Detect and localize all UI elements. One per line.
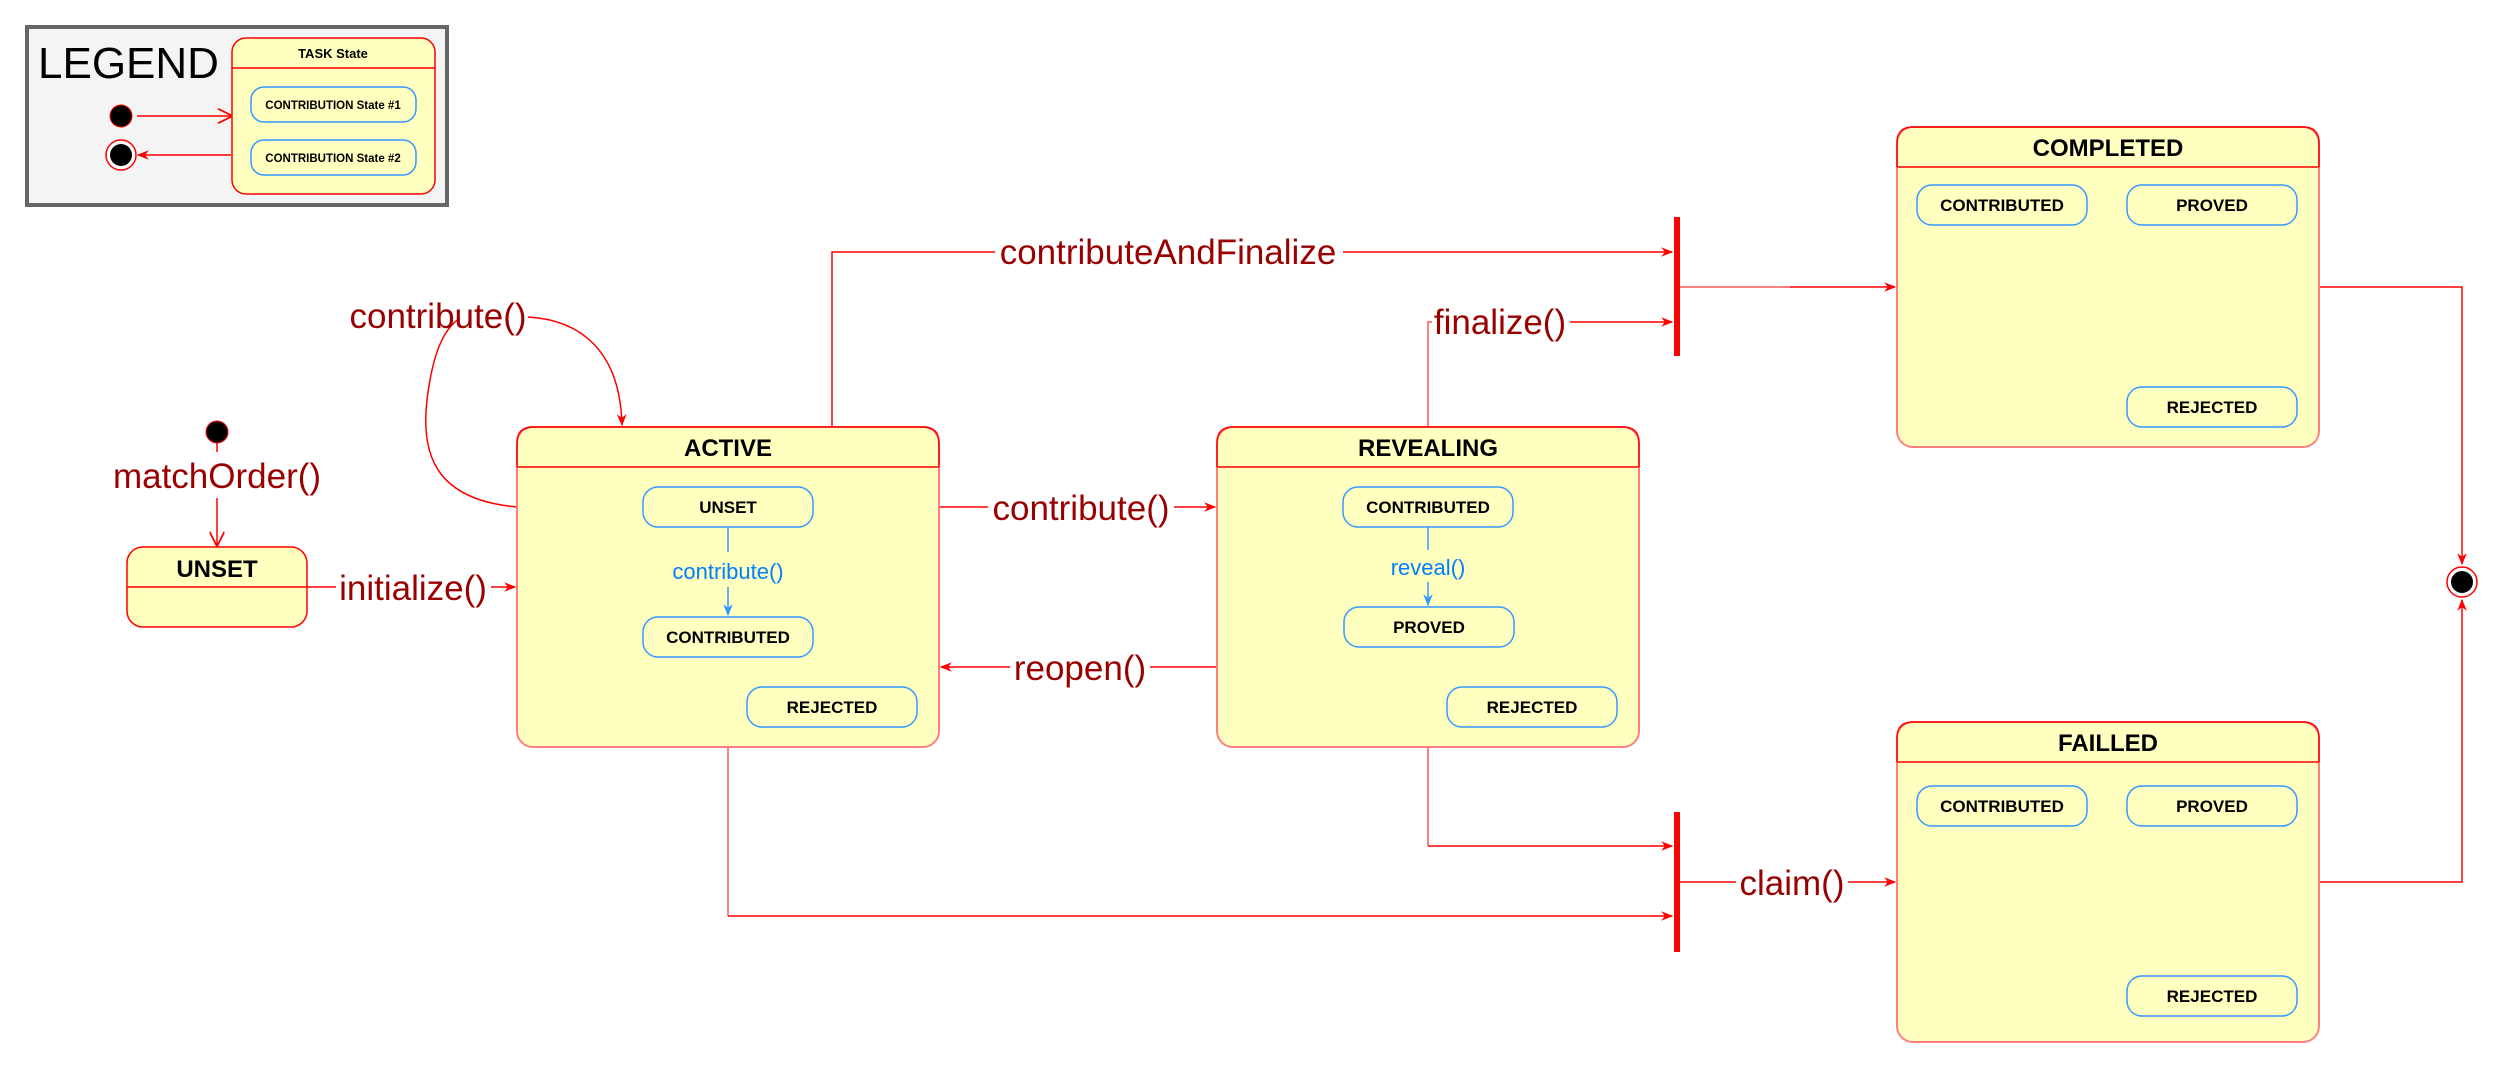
inner-label-reveal: reveal(): [1391, 555, 1466, 580]
final-state: [2446, 566, 2478, 598]
fork-bar-finalize: [1674, 217, 1680, 356]
substate-label: PROVED: [2176, 797, 2248, 816]
state-unset-title: UNSET: [176, 556, 258, 583]
legend-task-state: TASK State CONTRIBUTION State #1 CONTRIB…: [231, 37, 436, 195]
edge-contribute-self-loop-left[interactable]: [424, 317, 518, 508]
label-initialize: initialize(): [339, 569, 487, 608]
substate-label: PROVED: [2176, 196, 2248, 215]
label-match-order: matchOrder(): [113, 457, 321, 496]
substate-label: CONTRIBUTED: [666, 628, 790, 647]
initial-state-icon: [109, 104, 133, 128]
substate-label: CONTRIBUTED: [1940, 797, 2064, 816]
label-contribute-and-finalize: contributeAndFinalize: [1000, 233, 1337, 272]
legend-contribution-state-2-label: CONTRIBUTION State #2: [265, 153, 400, 165]
fork-bar-claim: [1674, 812, 1680, 952]
state-active-title: ACTIVE: [684, 435, 772, 462]
label-finalize: finalize(): [1434, 303, 1566, 342]
substate-label: REJECTED: [787, 698, 878, 717]
substate-label: REJECTED: [1487, 698, 1578, 717]
legend-contribution-state-1-label: CONTRIBUTION State #1: [265, 100, 401, 112]
state-failled-title: FAILLED: [2058, 730, 2158, 757]
substate-label: CONTRIBUTED: [1366, 498, 1490, 517]
state-failled[interactable]: FAILLED CONTRIBUTED PROVED REJECTED: [1896, 721, 2320, 1043]
state-revealing[interactable]: REVEALING CONTRIBUTED reveal() PROVED RE…: [1216, 426, 1640, 748]
final-state-inner-dot: [2451, 571, 2473, 593]
final-state-inner-dot: [110, 144, 132, 166]
state-active[interactable]: ACTIVE UNSET contribute() CONTRIBUTED RE…: [516, 426, 940, 748]
state-unset[interactable]: UNSET: [126, 546, 308, 628]
substate-label: UNSET: [699, 498, 757, 517]
substate-label: REJECTED: [2167, 987, 2258, 1006]
edge-contribute-self-loop-right[interactable]: [527, 316, 627, 427]
initial-state-icon: [205, 420, 229, 444]
substate-label: PROVED: [1393, 618, 1465, 637]
legend-title: LEGEND: [38, 39, 219, 88]
inner-label-contribute: contribute(): [672, 559, 783, 584]
state-completed-title: COMPLETED: [2033, 135, 2184, 162]
substate-label: REJECTED: [2167, 398, 2258, 417]
legend: LEGEND TASK State CONTRIBUTION State #1 …: [25, 25, 449, 207]
substate-label: CONTRIBUTED: [1940, 196, 2064, 215]
label-reopen: reopen(): [1014, 649, 1146, 688]
label-claim: claim(): [1740, 864, 1845, 903]
state-completed[interactable]: COMPLETED CONTRIBUTED PROVED REJECTED: [1896, 126, 2320, 448]
label-contribute: contribute(): [992, 489, 1169, 528]
legend-task-state-label: TASK State: [298, 46, 368, 61]
edge-completed-to-final[interactable]: [2319, 286, 2467, 566]
state-diagram: LEGEND TASK State CONTRIBUTION State #1 …: [25, 25, 2478, 1043]
label-contribute-self: contribute(): [349, 297, 526, 336]
state-revealing-title: REVEALING: [1358, 435, 1498, 462]
edge-finalize-vertical[interactable]: [1427, 321, 1432, 427]
edge-failled-to-final[interactable]: [2319, 598, 2467, 883]
